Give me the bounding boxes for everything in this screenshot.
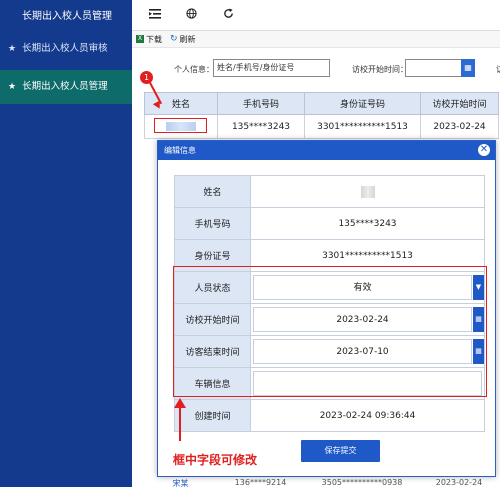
cell-phone: 135****3243 — [217, 114, 305, 139]
calendar-icon[interactable]: ▦ — [473, 307, 484, 332]
end-date-input[interactable]: 2023-07-10 — [253, 339, 472, 364]
sidebar-title: 长期出入校人员管理 — [22, 11, 112, 22]
cell-start: 2023-02-24 — [435, 478, 483, 487]
refresh-icon[interactable] — [210, 7, 247, 23]
field-label: 访校开始时间 — [174, 303, 251, 336]
sidebar-item-label: 长期出入校人员管理 — [22, 81, 108, 92]
star-icon: ★ — [8, 44, 17, 54]
table-row[interactable]: 宋某 136****9214 3505**********0938 2023-0… — [144, 478, 500, 487]
form-row-status: 人员状态 有效 ▼ — [174, 271, 485, 304]
column-header-id[interactable]: 身份证号码 — [304, 92, 421, 115]
download-label: 下载 — [146, 34, 162, 44]
field-label: 人员状态 — [174, 271, 251, 304]
field-label: 手机号码 — [174, 207, 251, 240]
download-button[interactable]: X 下载 — [132, 34, 166, 45]
form-row-vehicle: 车辆信息 — [174, 367, 485, 400]
column-header-start[interactable]: 访校开始时间 — [420, 92, 499, 115]
edit-form: 姓名 手机号码 135****3243 身份证号 3301**********1… — [174, 175, 485, 432]
calendar-icon[interactable]: ▦ — [473, 339, 484, 364]
edit-dialog: 编辑信息 ✕ 姓名 手机号码 135****3243 身份证号 3301****… — [157, 140, 496, 477]
sidebar-item-manage[interactable]: ★ 长期出入校人员管理 — [0, 70, 132, 104]
cell-id: 3301**********1513 — [304, 114, 421, 139]
id-value: 3301**********1513 — [250, 239, 485, 272]
step-badge: 1 — [140, 71, 153, 84]
start-time-label: 访校开始时间： — [352, 65, 408, 74]
start-date-input[interactable]: 2023-02-24 — [253, 307, 472, 332]
field-label: 身份证号 — [174, 239, 251, 272]
calendar-icon[interactable]: ▦ — [461, 59, 475, 77]
star-icon: ★ — [8, 82, 17, 92]
menu-toggle-icon[interactable] — [136, 8, 173, 23]
redacted-name — [360, 185, 375, 198]
form-row-created: 创建时间 2023-02-24 09:36:44 — [174, 399, 485, 432]
sidebar: 长期出入校人员管理 ★ 长期出入校人员审核 ★ 长期出入校人员管理 — [0, 0, 132, 487]
cell-name[interactable]: 宋某 — [144, 478, 217, 487]
save-button[interactable]: 保存提交 — [301, 440, 380, 462]
excel-icon: X — [136, 35, 144, 43]
created-value: 2023-02-24 09:36:44 — [250, 399, 485, 432]
field-label: 车辆信息 — [174, 367, 251, 400]
annotation-highlight-box — [154, 118, 207, 133]
field-label: 姓名 — [174, 175, 251, 208]
annotation-hint: 框中字段可修改 — [173, 453, 258, 467]
refresh-icon: ↻ — [170, 34, 178, 44]
dialog-title: 编辑信息 — [164, 146, 196, 155]
search-label: 个人信息： — [174, 65, 214, 74]
status-select[interactable]: 有效 — [253, 275, 472, 300]
vehicle-input[interactable] — [253, 371, 482, 396]
field-label: 访客结束时间 — [174, 335, 251, 368]
cell-id: 3505**********0938 — [321, 478, 403, 487]
search-input[interactable]: 姓名/手机号/身份证号 — [213, 59, 330, 77]
chevron-down-icon[interactable]: ▼ — [473, 275, 484, 300]
column-header-phone[interactable]: 手机号码 — [217, 92, 305, 115]
action-toolbar: X 下载 ↻ 刷新 — [132, 30, 500, 48]
sidebar-item-review[interactable]: ★ 长期出入校人员审核 — [0, 34, 132, 64]
phone-value: 135****3243 — [250, 207, 485, 240]
form-row-phone: 手机号码 135****3243 — [174, 207, 485, 240]
close-icon[interactable]: ✕ — [478, 144, 490, 156]
form-row-id: 身份证号 3301**********1513 — [174, 239, 485, 272]
table-header: 姓名 手机号码 身份证号码 访校开始时间 — [144, 92, 499, 115]
globe-icon[interactable] — [173, 7, 210, 23]
refresh-button[interactable]: ↻ 刷新 — [166, 34, 200, 45]
annotation-arrow — [179, 405, 181, 441]
cell-start: 2023-02-24 — [420, 114, 499, 139]
name-value — [250, 175, 485, 208]
form-row-name: 姓名 — [174, 175, 485, 208]
dialog-header: 编辑信息 ✕ — [158, 141, 495, 160]
refresh-label: 刷新 — [179, 34, 196, 44]
top-toolbar — [132, 0, 500, 30]
end-time-label: 访 — [496, 64, 500, 75]
cell-phone: 136****9214 — [234, 478, 287, 487]
sidebar-item-label: 长期出入校人员审核 — [22, 43, 108, 54]
form-row-start: 访校开始时间 2023-02-24 ▦ — [174, 303, 485, 336]
form-row-end: 访客结束时间 2023-07-10 ▦ — [174, 335, 485, 368]
